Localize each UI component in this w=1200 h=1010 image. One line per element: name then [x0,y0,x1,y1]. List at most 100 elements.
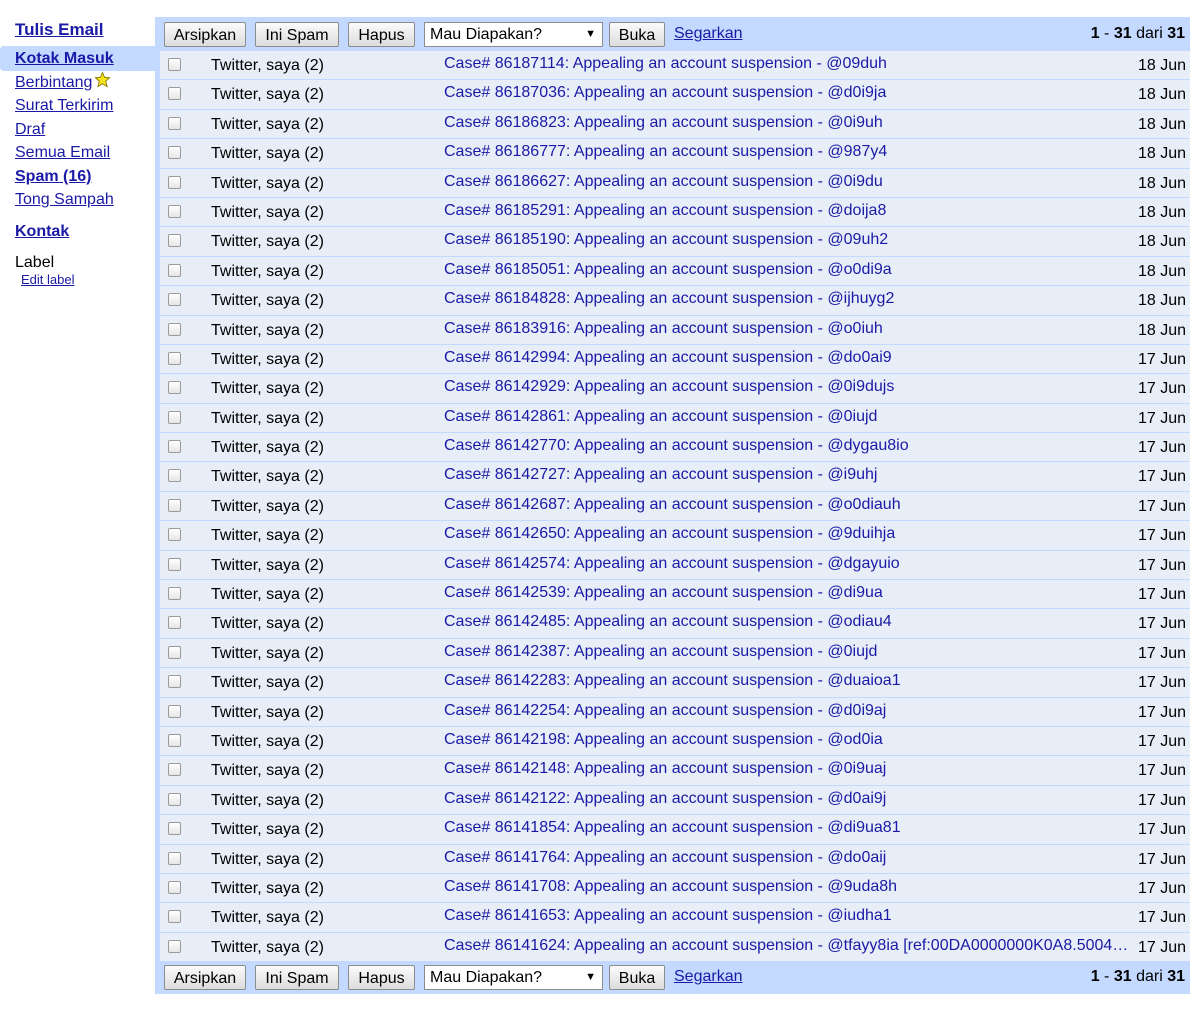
table-row[interactable]: Twitter, saya (2) Case# 86141854: Appeali… [160,815,1190,845]
row-subject-link[interactable]: Case# 86142539: Appealing an account sus… [444,584,1134,602]
row-checkbox[interactable] [168,880,181,894]
row-checkbox[interactable] [168,763,181,777]
row-subject-link[interactable]: Case# 86186627: Appealing an account sus… [444,173,1134,191]
open-button[interactable]: Buka [609,965,665,990]
archive-button[interactable]: Arsipkan [164,965,246,990]
table-row[interactable]: Twitter, saya (2) Case# 86142283: Appeali… [160,668,1190,698]
table-row[interactable]: Twitter, saya (2) Case# 86142122: Appeali… [160,785,1190,816]
spam-button[interactable]: Ini Spam [255,965,339,990]
table-row[interactable]: Twitter, saya (2) Case# 86185190: Appeali… [160,227,1190,257]
row-subject-link[interactable]: Case# 86142283: Appealing an account sus… [444,672,1134,690]
delete-button[interactable]: Hapus [348,22,415,47]
row-checkbox[interactable] [168,293,181,307]
row-subject-link[interactable]: Case# 86185291: Appealing an account sus… [444,202,1134,220]
row-checkbox[interactable] [168,675,181,689]
row-subject-link[interactable]: Case# 86186823: Appealing an account sus… [444,114,1134,132]
refresh-link[interactable]: Segarkan [674,968,743,986]
row-subject-link[interactable]: Case# 86142148: Appealing an account sus… [444,760,1134,778]
table-row[interactable]: Twitter, saya (2) Case# 86142254: Appeali… [160,697,1190,727]
row-subject-link[interactable]: Case# 86142254: Appealing an account sus… [444,702,1134,720]
table-row[interactable]: Twitter, saya (2) Case# 86141764: Appeali… [160,844,1190,874]
table-row[interactable]: Twitter, saya (2) Case# 86142861: Appeali… [160,403,1190,434]
more-actions-select[interactable]: Mau Diapakan? ▼ [424,965,603,990]
row-subject-link[interactable]: Case# 86142122: Appealing an account sus… [444,790,1134,808]
row-subject-link[interactable]: Case# 86142574: Appealing an account sus… [444,555,1134,573]
sidebar-item-starred[interactable]: Berbintang [0,71,158,94]
row-checkbox[interactable] [168,204,181,218]
row-subject-link[interactable]: Case# 86186777: Appealing an account sus… [444,143,1134,161]
row-checkbox[interactable] [168,792,181,806]
table-row[interactable]: Twitter, saya (2) Case# 86142148: Appeali… [160,756,1190,786]
row-checkbox[interactable] [168,733,181,747]
table-row[interactable]: Twitter, saya (2) Case# 86141708: Appeali… [160,873,1190,904]
table-row[interactable]: Twitter, saya (2) Case# 86142727: Appeali… [160,462,1190,492]
row-checkbox[interactable] [168,616,181,630]
table-row[interactable]: Twitter, saya (2) Case# 86142687: Appeali… [160,491,1190,522]
row-subject-link[interactable]: Case# 86187036: Appealing an account sus… [444,84,1134,102]
table-row[interactable]: Twitter, saya (2) Case# 86142387: Appeali… [160,638,1190,669]
sidebar-item-inbox[interactable]: Kotak Masuk [0,46,158,71]
compose-link[interactable]: Tulis Email [15,20,158,40]
row-checkbox[interactable] [168,645,181,659]
row-checkbox[interactable] [168,351,181,365]
open-button[interactable]: Buka [609,22,665,47]
table-row[interactable]: Twitter, saya (2) Case# 86186823: Appeali… [160,109,1190,140]
refresh-link[interactable]: Segarkan [674,25,743,43]
row-checkbox[interactable] [168,822,181,836]
row-subject-link[interactable]: Case# 86185190: Appealing an account sus… [444,231,1134,249]
table-row[interactable]: Twitter, saya (2) Case# 86183916: Appeali… [160,315,1190,345]
table-row[interactable]: Twitter, saya (2) Case# 86142994: Appeali… [160,344,1190,375]
table-row[interactable]: Twitter, saya (2) Case# 86142198: Appeali… [160,726,1190,757]
more-actions-select[interactable]: Mau Diapakan? ▼ [424,22,603,47]
sidebar-item-trash[interactable]: Tong Sampah [0,188,158,211]
table-row[interactable]: Twitter, saya (2) Case# 86185291: Appeali… [160,197,1190,228]
delete-button[interactable]: Hapus [348,965,415,990]
row-subject-link[interactable]: Case# 86142861: Appealing an account sus… [444,408,1134,426]
table-row[interactable]: Twitter, saya (2) Case# 86186777: Appeali… [160,139,1190,169]
row-subject-link[interactable]: Case# 86142929: Appealing an account sus… [444,378,1134,396]
row-subject-link[interactable]: Case# 86141854: Appealing an account sus… [444,819,1134,837]
row-subject-link[interactable]: Case# 86142387: Appealing an account sus… [444,643,1134,661]
row-checkbox[interactable] [168,234,181,248]
row-checkbox[interactable] [168,851,181,865]
sidebar-item-drafts[interactable]: Draf [0,118,158,141]
row-checkbox[interactable] [168,263,181,277]
table-row[interactable]: Twitter, saya (2) Case# 86142574: Appeali… [160,550,1190,581]
row-checkbox[interactable] [168,146,181,160]
row-subject-link[interactable]: Case# 86183916: Appealing an account sus… [444,320,1134,338]
row-checkbox[interactable] [168,381,181,395]
row-subject-link[interactable]: Case# 86142770: Appealing an account sus… [444,437,1134,455]
row-checkbox[interactable] [168,87,181,101]
table-row[interactable]: Twitter, saya (2) Case# 86141653: Appeali… [160,903,1190,933]
row-subject-link[interactable]: Case# 86142687: Appealing an account sus… [444,496,1134,514]
row-subject-link[interactable]: Case# 86141764: Appealing an account sus… [444,849,1134,867]
row-checkbox[interactable] [168,587,181,601]
row-subject-link[interactable]: Case# 86187114: Appealing an account sus… [444,55,1134,73]
edit-label-link[interactable]: Edit label [21,272,158,287]
row-checkbox[interactable] [168,528,181,542]
sidebar-item-all-mail[interactable]: Semua Email [0,141,158,164]
table-row[interactable]: Twitter, saya (2) Case# 86142539: Appeali… [160,580,1190,610]
row-checkbox[interactable] [168,557,181,571]
row-subject-link[interactable]: Case# 86142727: Appealing an account sus… [444,466,1134,484]
row-subject-link[interactable]: Case# 86142198: Appealing an account sus… [444,731,1134,749]
row-subject-link[interactable]: Case# 86141624: Appealing an account sus… [444,937,1134,955]
row-checkbox[interactable] [168,939,181,953]
contacts-link[interactable]: Kontak [15,223,158,241]
row-checkbox[interactable] [168,322,181,336]
row-checkbox[interactable] [168,58,181,71]
sidebar-item-spam[interactable]: Spam (16) [0,165,158,188]
row-checkbox[interactable] [168,116,181,130]
row-checkbox[interactable] [168,440,181,454]
table-row[interactable]: Twitter, saya (2) Case# 86141624: Appeali… [160,932,1190,963]
table-row[interactable]: Twitter, saya (2) Case# 86184828: Appeali… [160,286,1190,316]
table-row[interactable]: Twitter, saya (2) Case# 86187114: Appeali… [160,51,1190,81]
table-row[interactable]: Twitter, saya (2) Case# 86142485: Appeali… [160,609,1190,639]
archive-button[interactable]: Arsipkan [164,22,246,47]
spam-button[interactable]: Ini Spam [255,22,339,47]
sidebar-item-sent[interactable]: Surat Terkirim [0,94,158,117]
table-row[interactable]: Twitter, saya (2) Case# 86142929: Appeali… [160,374,1190,404]
table-row[interactable]: Twitter, saya (2) Case# 86187036: Appeali… [160,80,1190,110]
row-checkbox[interactable] [168,498,181,512]
row-subject-link[interactable]: Case# 86141653: Appealing an account sus… [444,907,1134,925]
